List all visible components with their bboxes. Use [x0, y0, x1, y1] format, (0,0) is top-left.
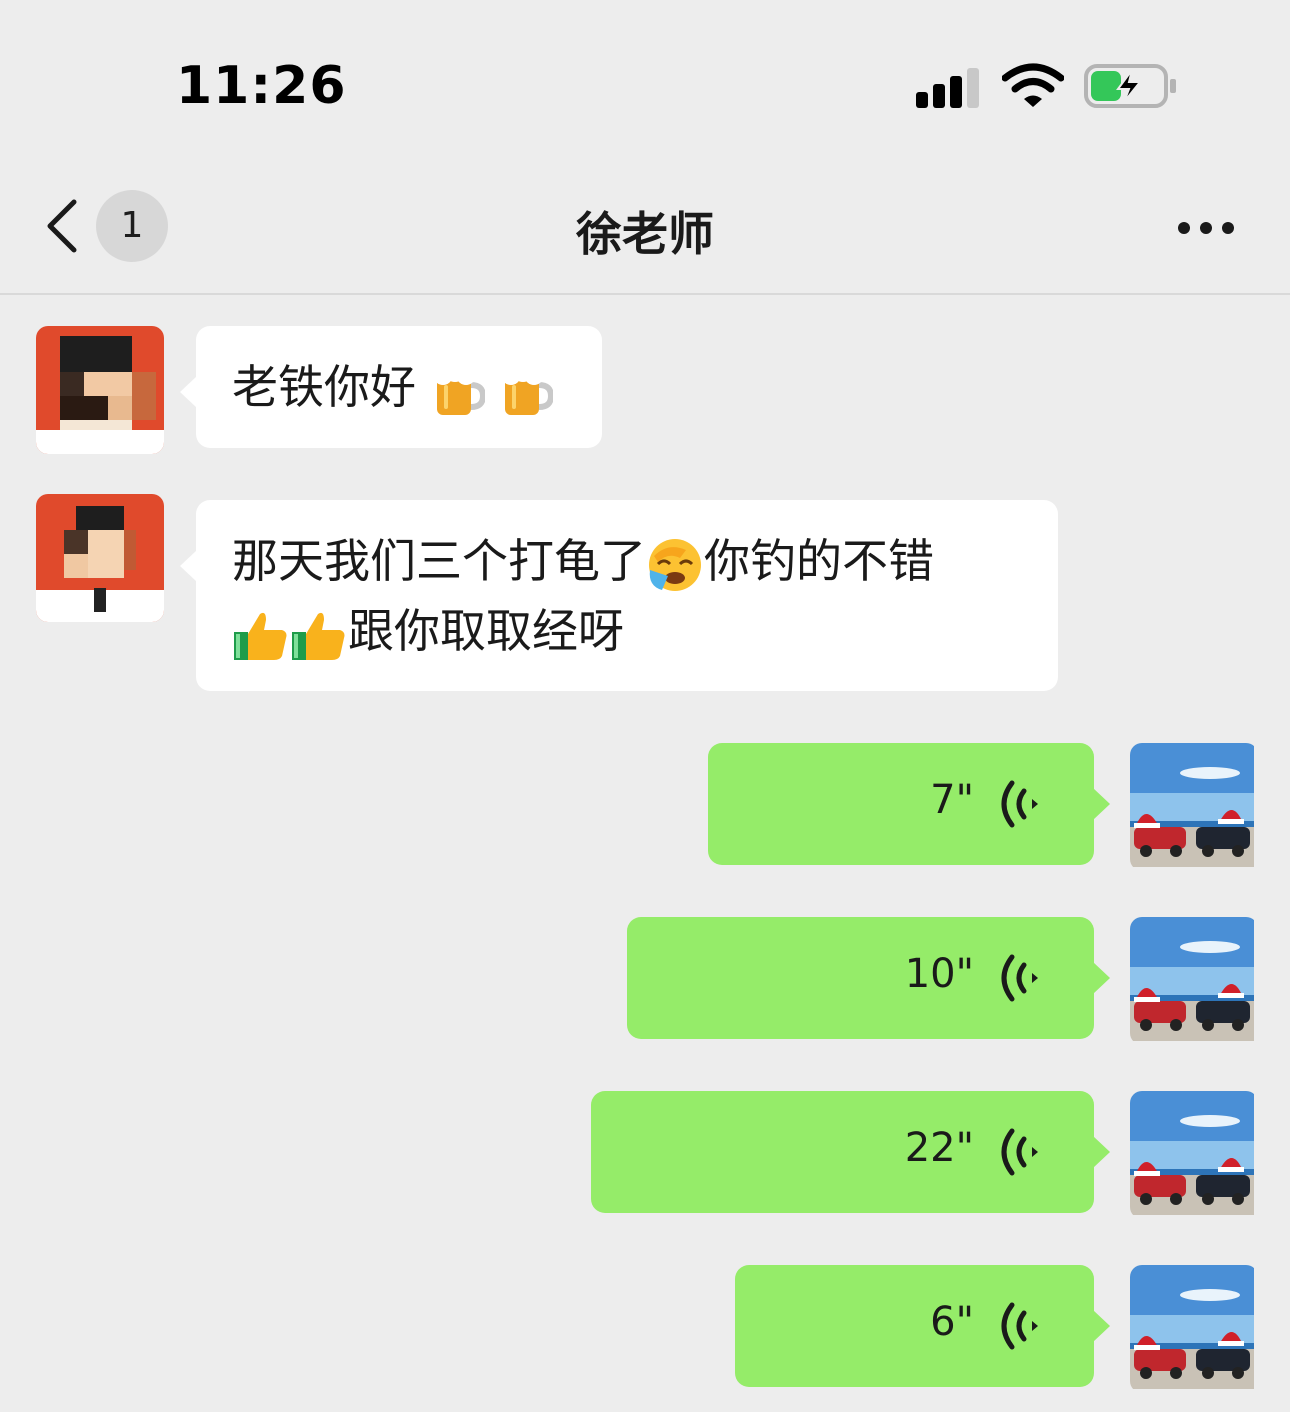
cars-beach-avatar-image: [1130, 1265, 1254, 1389]
voice-message-bubble[interactable]: 22": [591, 1091, 1110, 1213]
message-text: 老铁你好: [232, 360, 416, 414]
pixelated-avatar-image: [36, 326, 164, 454]
thumbs-up-emoji-icon: [234, 612, 287, 660]
contact-avatar[interactable]: [36, 326, 164, 454]
message-text-part: 你钓的不错: [704, 534, 934, 588]
cars-beach-avatar-image: [1130, 917, 1254, 1041]
chat-header: 1 徐老师: [0, 150, 1290, 295]
incoming-message-bubble[interactable]: 那天我们三个打龟了 你钓的不错 跟你取取经呀: [180, 500, 1058, 691]
chat-title: 徐老师: [576, 207, 714, 261]
battery-charging-icon: [1084, 64, 1176, 108]
beer-mug-emoji-icon: [433, 363, 485, 415]
voice-duration: 22": [904, 1125, 974, 1171]
message-text-part: 那天我们三个打龟了: [232, 534, 646, 588]
own-avatar[interactable]: [1130, 743, 1258, 871]
wifi-icon: [1002, 63, 1064, 107]
voice-duration: 7": [930, 777, 974, 823]
status-time: 11:26: [176, 56, 347, 116]
message-text-part: 跟你取取经呀: [348, 604, 624, 658]
voice-wave-icon: [1001, 1302, 1038, 1350]
voice-wave-icon: [1001, 954, 1038, 1002]
contact-avatar[interactable]: [36, 494, 164, 622]
voice-message-bubble[interactable]: 10": [627, 917, 1110, 1039]
beer-mug-emoji-icon: [502, 363, 554, 415]
status-bar: 11:26: [0, 0, 1290, 150]
cars-beach-avatar-image: [1130, 1091, 1254, 1215]
voice-wave-icon: [1001, 1128, 1038, 1176]
cellular-signal-icon: [916, 68, 980, 108]
own-avatar[interactable]: [1130, 1091, 1258, 1219]
incoming-message-bubble[interactable]: 老铁你好: [180, 326, 602, 448]
more-options-icon[interactable]: [1176, 210, 1236, 246]
voice-duration: 6": [930, 1299, 974, 1345]
pixelated-avatar-image: [36, 494, 164, 622]
face-palm-emoji-icon: [649, 538, 701, 591]
cars-beach-avatar-image: [1130, 743, 1254, 867]
voice-message-bubble[interactable]: 7": [708, 743, 1110, 865]
voice-message-bubble[interactable]: 6": [735, 1265, 1110, 1387]
thumbs-up-emoji-icon: [292, 612, 345, 660]
own-avatar[interactable]: [1130, 1265, 1258, 1393]
voice-duration: 10": [904, 951, 974, 997]
own-avatar[interactable]: [1130, 917, 1258, 1045]
voice-wave-icon: [1001, 780, 1038, 828]
